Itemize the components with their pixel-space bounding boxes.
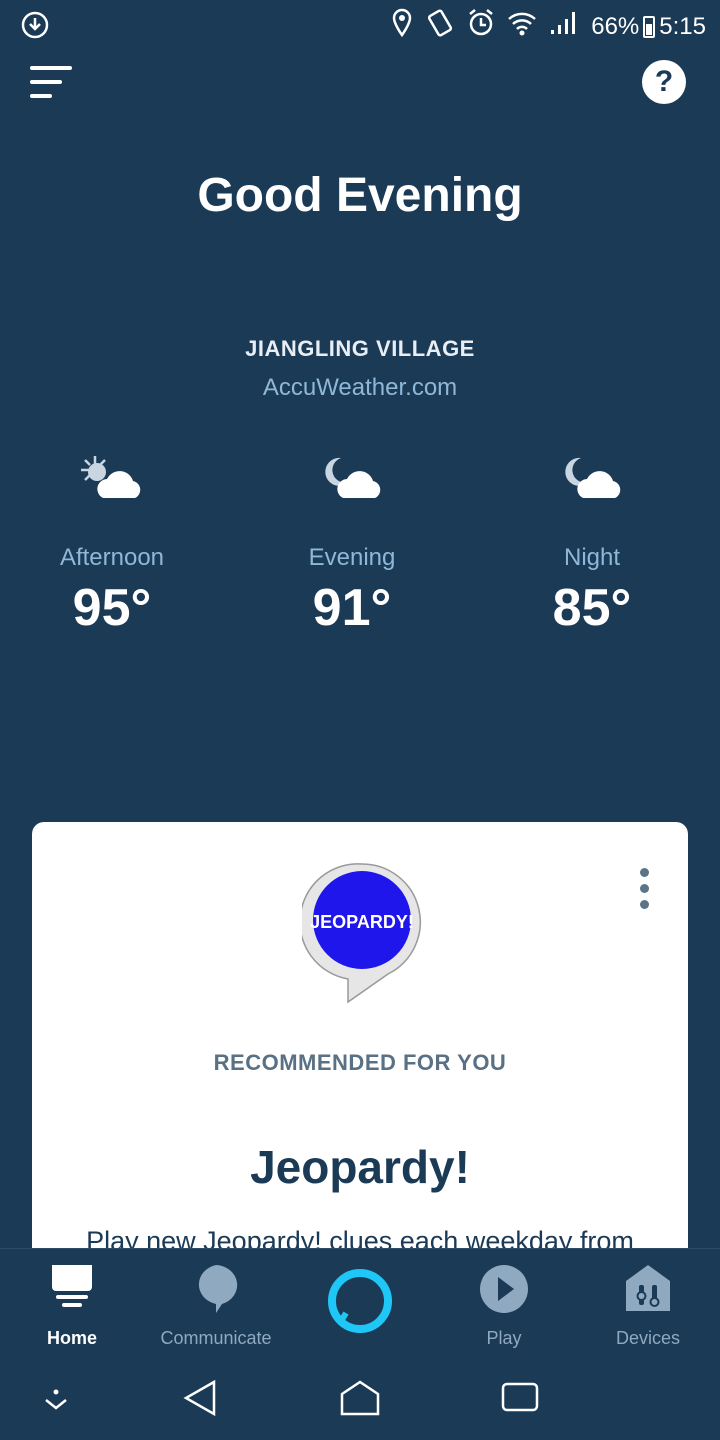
period-temp: 91° [312,579,392,637]
nav-label: Home [46,1328,97,1348]
nav-devices[interactable]: Devices [576,1263,720,1349]
partly-cloudy-night-icon [232,450,472,510]
recent-apps-icon[interactable] [500,1378,540,1423]
weather-location: JIANGLING VILLAGE [245,336,475,361]
play-icon [432,1263,576,1320]
clock-time: 5:15 [659,12,706,40]
signal-icon [549,10,579,43]
nav-alexa[interactable] [288,1267,432,1340]
battery-percent: 66% [591,12,640,40]
period-temp: 85° [552,579,632,637]
nav-communicate[interactable]: Communicate [144,1263,288,1349]
vibrate-icon [425,8,455,45]
system-nav-bar [0,1360,720,1440]
alarm-icon [467,8,495,45]
nav-label: Communicate [160,1328,272,1348]
period-label: Afternoon [59,544,165,571]
partly-cloudy-day-icon [0,450,232,510]
app-bar: ? [0,60,720,110]
menu-icon[interactable] [30,66,74,102]
location-icon [391,8,413,45]
forecast-afternoon: Afternoon 95° [0,450,232,638]
forecast-night: Night 85° [472,450,712,638]
help-icon[interactable]: ? [642,60,686,104]
recommendation-card[interactable]: JEOPARDY! RECOMMENDED FOR YOU Jeopardy! … [32,822,688,1262]
home-button-icon[interactable] [340,1378,380,1423]
forecast-evening: Evening 91° [232,450,472,638]
section-label: RECOMMENDED FOR YOU [213,1050,507,1075]
alexa-ring-icon [288,1267,432,1340]
period-temp: 95° [72,579,152,637]
svg-text:JEOPARDY!: JEOPARDY! [310,912,414,932]
nav-label: Devices [615,1328,681,1348]
status-bar: 66% 5:15 [0,0,720,50]
bottom-nav: Home Communicate Play Devices [0,1248,720,1359]
nav-home[interactable]: Home [0,1263,144,1349]
wifi-icon [507,8,537,45]
greeting-title: Good Evening [197,169,523,222]
battery-icon [643,15,656,38]
partly-cloudy-night-icon [472,450,712,510]
jeopardy-skill-logo: JEOPARDY! [299,862,422,1012]
more-options-icon[interactable] [640,868,650,909]
card-title: Jeopardy! [250,1141,470,1193]
hide-nav-icon[interactable] [42,1378,70,1423]
nav-play[interactable]: Play [432,1263,576,1349]
nav-label: Play [486,1328,522,1348]
back-icon[interactable] [182,1378,218,1423]
home-icon [0,1263,144,1320]
period-label: Night [563,544,621,571]
weather-source-link[interactable]: AccuWeather.com [0,374,720,402]
devices-icon [576,1263,720,1320]
period-label: Evening [308,544,396,571]
chat-bubble-icon [144,1263,288,1320]
download-icon [20,10,50,45]
